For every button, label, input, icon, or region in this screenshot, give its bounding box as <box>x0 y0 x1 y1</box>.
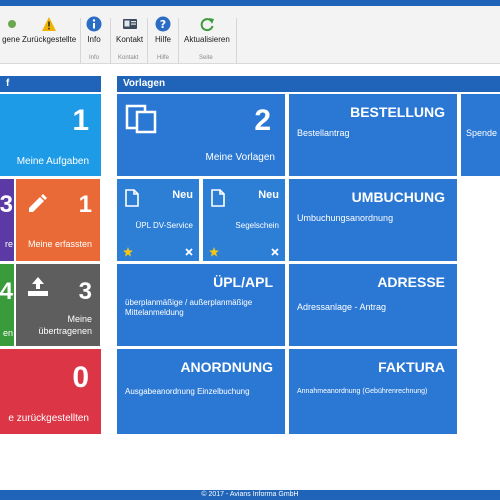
info-icon <box>86 16 102 32</box>
warning-icon <box>42 17 57 31</box>
tile-count: 3 <box>0 191 13 218</box>
ribbon-separator <box>110 18 111 64</box>
tile-label: en <box>2 328 13 338</box>
tile-meine-erfassten[interactable]: 1 Meine erfassten <box>16 179 100 261</box>
copy-icon <box>125 104 157 134</box>
ribbon-button-hilfe[interactable]: ? Hilfe <box>155 16 171 44</box>
help-icon: ? <box>155 16 171 32</box>
ribbon-button-zurueckgestellte[interactable]: Zurückgestellte <box>22 16 76 44</box>
tile-upl-apl[interactable]: ÜPL/APL überplanmäßige / außerplanmäßige… <box>117 264 285 346</box>
tile-upl-dv-service[interactable]: Neu ÜPL DV-Service <box>117 179 199 261</box>
ribbon-separator <box>80 18 81 64</box>
ribbon-group-hilfe: Hilfe <box>157 55 170 61</box>
close-icon[interactable] <box>185 248 193 256</box>
ribbon-separator <box>178 18 179 64</box>
tile-faktura[interactable]: FAKTURA Annahmeanordnung (Gebührenrechnu… <box>289 349 457 434</box>
ribbon-group-seite: Seite <box>199 55 213 61</box>
ribbon-button-label: Kontakt <box>116 35 144 44</box>
tile-label: e zurückgestellten <box>8 413 89 424</box>
pencil-icon <box>29 194 47 212</box>
tile-subtitle: Adressanlage - Antrag <box>297 302 387 312</box>
tile-label: Meine Vorlagen <box>205 152 276 163</box>
refresh-icon <box>200 18 214 32</box>
ribbon-button-aktualisieren[interactable]: Aktualisieren <box>184 16 230 44</box>
tile-label: ÜPL DV-Service <box>135 221 194 230</box>
new-badge: Neu <box>172 189 193 201</box>
tile-anordnung[interactable]: ANORDNUNG Ausgabeanordnung Einzelbuchung <box>117 349 285 434</box>
tile-count: 2 <box>254 104 271 137</box>
tile-subtitle: überplanmäßige / außerplanmäßige Mittela… <box>125 298 253 317</box>
tile-count: 1 <box>72 104 89 137</box>
ribbon-button-new[interactable]: gene <box>0 16 24 44</box>
tile-meine-vorlagen[interactable]: 2 Meine Vorlagen <box>117 94 285 176</box>
tile-count: 0 <box>72 361 89 394</box>
ribbon-button-label: Info <box>87 35 101 44</box>
tile-subtitle: Ausgabeanordnung Einzelbuchung <box>125 387 250 396</box>
contact-card-icon <box>122 19 137 29</box>
ribbon-button-info[interactable]: Info <box>86 16 102 44</box>
favorite-star-icon[interactable] <box>209 247 219 257</box>
tile-title: ANORDNUNG <box>180 359 273 375</box>
ribbon-button-label: Hilfe <box>155 35 172 44</box>
tile-title: BESTELLUNG <box>350 104 445 120</box>
vorlagen-header: Vorlagen <box>117 76 500 92</box>
tile-subtitle: Annahmeanordnung (Gebührenrechnung) <box>297 388 428 395</box>
tile-count: 3 <box>78 278 92 305</box>
tile-segelschein[interactable]: Neu Segelschein <box>203 179 285 261</box>
tile-title: ÜPL/APL <box>213 274 273 290</box>
favorite-star-icon[interactable] <box>123 247 133 257</box>
left-panel-header: f <box>0 76 101 92</box>
tile-count: 1 <box>78 191 92 218</box>
ribbon-separator <box>147 18 148 64</box>
tile-umbuchung[interactable]: UMBUCHUNG Umbuchungsanordnung <box>289 179 457 261</box>
tile-label: Meine Aufgaben <box>16 156 89 167</box>
upload-icon <box>28 277 48 296</box>
tile-subtitle: Umbuchungsanordnung <box>297 213 394 223</box>
tile-green[interactable]: 4 en <box>0 264 14 346</box>
tile-spende[interactable]: Spende <box>461 94 500 176</box>
tile-title: FAKTURA <box>378 359 445 375</box>
tile-zurueckgestellten[interactable]: 0 e zurückgestellten <box>0 349 101 434</box>
ribbon-separator <box>236 18 237 64</box>
document-icon <box>211 189 225 207</box>
tile-label-line1: Meine <box>67 314 92 324</box>
tile-label: Segelschein <box>235 221 279 230</box>
tile-meine-aufgaben[interactable]: 1 Meine Aufgaben <box>0 94 101 176</box>
new-badge: Neu <box>258 189 279 201</box>
ribbon-button-label: Zurückgestellte <box>22 35 77 44</box>
tile-subtitle: Spende <box>466 128 498 138</box>
ribbon-group-kontakt: Kontakt <box>118 55 139 61</box>
document-icon <box>125 189 139 207</box>
close-icon[interactable] <box>271 248 279 256</box>
ribbon-toolbar: gene Zurückgestellte Info Info Kontakt K… <box>0 6 500 64</box>
tile-meine-uebertragenen[interactable]: 3 Meine übertragenen <box>16 264 100 346</box>
ribbon-button-kontakt[interactable]: Kontakt <box>116 16 143 44</box>
ribbon-button-label: gene <box>2 35 20 44</box>
tile-subtitle: Bestellantrag <box>297 128 350 138</box>
tile-label: re <box>4 239 13 249</box>
ribbon-button-label: Aktualisieren <box>184 35 230 44</box>
ribbon-group-info: Info <box>89 55 100 61</box>
svg-text:?: ? <box>160 18 166 31</box>
tile-count: 4 <box>0 278 13 305</box>
footer-copyright: © 2017 - Avians Informa GmbH <box>0 490 500 500</box>
tile-label: Meine erfassten <box>27 239 92 249</box>
tile-purple[interactable]: 3 re <box>0 179 14 261</box>
tile-title: UMBUCHUNG <box>351 189 445 205</box>
tile-bestellung[interactable]: BESTELLUNG Bestellantrag <box>289 94 457 176</box>
tile-label-line2: übertragenen <box>38 326 92 336</box>
tile-title: ADRESSE <box>377 274 445 290</box>
tile-adresse[interactable]: ADRESSE Adressanlage - Antrag <box>289 264 457 346</box>
